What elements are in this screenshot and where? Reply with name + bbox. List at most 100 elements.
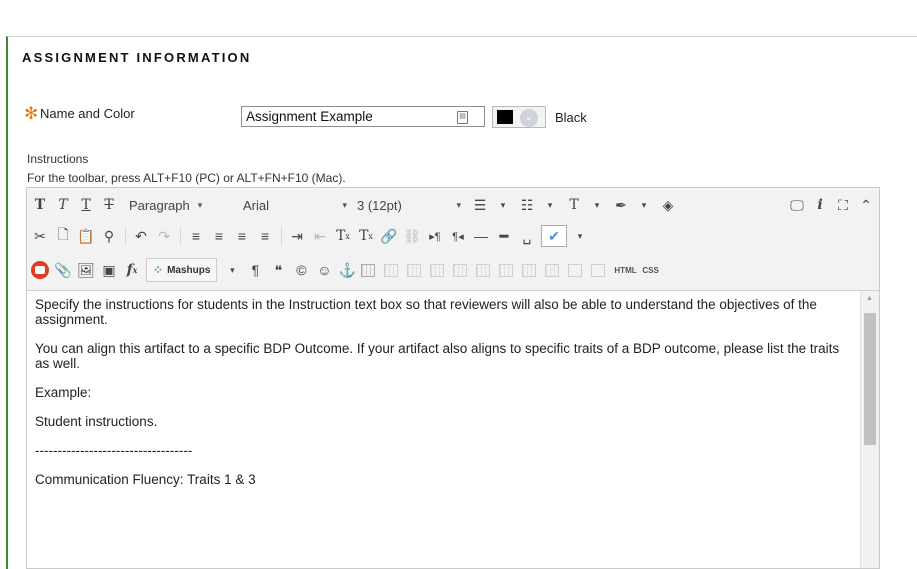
css-button[interactable]: CSS [642, 259, 660, 281]
dropdown-arrow-icon[interactable]: ▾ [588, 194, 606, 216]
dropdown-arrow-icon[interactable]: ▾ [494, 194, 512, 216]
superscript-button[interactable]: Tx [334, 225, 352, 247]
html-button[interactable]: HTML [614, 259, 636, 281]
insert-media-icon[interactable]: ▣ [100, 259, 118, 281]
cut-icon[interactable]: ✂ [31, 225, 49, 247]
undo-icon[interactable]: ↶ [132, 225, 150, 247]
delete-row-icon[interactable] [476, 263, 491, 277]
link-icon[interactable]: 🔗 [380, 225, 398, 247]
paragraph-format-value: Paragraph [129, 197, 190, 213]
superscript-letter: T [336, 228, 346, 244]
pilcrow-icon[interactable]: ¶ [246, 259, 264, 281]
rtl-icon[interactable]: ¶◂ [449, 225, 467, 247]
assignment-name-input[interactable] [244, 108, 453, 125]
unlink-icon[interactable]: ⛓ [403, 225, 421, 247]
blockquote-icon[interactable]: ❝ [269, 259, 287, 281]
paragraph: Specify the instructions for students in… [35, 297, 817, 327]
table-props-icon[interactable] [384, 263, 399, 277]
scroll-up-icon[interactable]: ▲ [866, 295, 873, 302]
name-color-label: Name and Color [40, 106, 135, 121]
text-color-button[interactable]: T [565, 194, 583, 216]
bold-button[interactable]: T [31, 194, 49, 216]
row-before-icon[interactable] [430, 263, 445, 277]
color-label: Black [555, 110, 587, 125]
emoticon-icon[interactable]: ☺ [315, 259, 333, 281]
subscript-button[interactable]: Tx [357, 225, 375, 247]
youtube-icon[interactable] [31, 259, 49, 281]
paragraph: Example: [35, 385, 92, 400]
highlight-pen-icon[interactable]: ✒ [612, 194, 630, 216]
find-icon[interactable]: ⚲ [100, 225, 118, 247]
editor-content[interactable]: Specify the instructions for students in… [27, 291, 861, 568]
italic-button[interactable]: T [54, 194, 72, 216]
font-size-select[interactable]: 3 (12pt) ▾ [357, 194, 461, 216]
mashups-label: Mashups [167, 264, 211, 276]
align-center-icon[interactable]: ≡ [210, 225, 228, 247]
insert-table-icon[interactable] [361, 263, 376, 277]
dropdown-arrow-icon[interactable]: ▾ [223, 259, 241, 281]
mashups-icon: ⁘ [153, 263, 164, 277]
cell-props-icon[interactable] [407, 263, 422, 277]
instructions-editor[interactable]: T T T T Paragraph ▾ Arial ▾ 3 (12pt) ▾ ☰ ▾ … [26, 187, 880, 569]
divider [281, 227, 282, 245]
horizontal-rule-icon[interactable]: — [472, 225, 490, 247]
underline-button[interactable]: T [77, 194, 95, 216]
mashups-menu[interactable]: ⁘ Mashups [146, 258, 218, 282]
paragraph-format-select[interactable]: Paragraph ▾ [129, 194, 233, 216]
dropdown-arrow-icon[interactable]: ▾ [571, 225, 589, 247]
indent-icon[interactable]: ⇥ [288, 225, 306, 247]
dropdown-arrow-icon[interactable]: ▾ [635, 194, 653, 216]
align-left-icon[interactable]: ≡ [187, 225, 205, 247]
spellcheck-icon[interactable]: ✔ [541, 225, 567, 247]
fullscreen-icon[interactable]: ⛶ [834, 194, 852, 216]
strikethrough-button[interactable]: T [100, 194, 118, 216]
split-cell-icon[interactable] [591, 263, 606, 277]
bullet-list-icon[interactable]: ☰ [471, 194, 489, 216]
attach-file-icon[interactable]: 📎 [54, 259, 72, 281]
insert-image-icon[interactable]: 🖼 [77, 259, 95, 281]
caret-icon: ▾ [342, 199, 347, 210]
info-icon[interactable]: i [811, 194, 829, 216]
col-before-icon[interactable] [499, 263, 514, 277]
superscript-mark: x [345, 231, 350, 241]
font-family-select[interactable]: Arial ▾ [243, 194, 347, 216]
color-swatch [497, 110, 513, 124]
red-play-shape [31, 261, 49, 279]
paragraph: Communication Fluency: Traits 1 & 3 [35, 472, 256, 487]
copyright-icon[interactable]: © [292, 259, 310, 281]
redo-icon[interactable]: ↷ [155, 225, 173, 247]
divider [125, 227, 126, 245]
ltr-icon[interactable]: ▸¶ [426, 225, 444, 247]
align-right-icon[interactable]: ≡ [233, 225, 251, 247]
align-justify-icon[interactable]: ≡ [256, 225, 274, 247]
collapse-toolbar-icon[interactable]: ⌃ [857, 194, 875, 216]
copy-icon[interactable]: 🗋 [54, 225, 72, 247]
nonbreaking-space-icon[interactable]: ␣ [518, 225, 536, 247]
contact-card-icon[interactable]: ▤ [457, 111, 468, 124]
thick-rule-icon[interactable]: ━ [495, 225, 513, 247]
editor-scrollbar[interactable]: ▲ [860, 291, 879, 568]
eraser-icon[interactable]: ◈ [659, 194, 677, 216]
paste-icon[interactable]: 📋 [77, 225, 95, 247]
font-size-value: 3 (12pt) [357, 197, 402, 213]
caret-icon: ▾ [456, 199, 461, 210]
outdent-icon[interactable]: ⇤ [311, 225, 329, 247]
math-equation-button[interactable]: fx [123, 259, 141, 281]
assignment-name-field[interactable]: ▤ [241, 106, 485, 127]
toolbar-row-3: 📎 🖼 ▣ fx ⁘ Mashups ▾ ¶ ❝ © ☺ ⚓ HTML CSS [31, 257, 875, 283]
anchor-icon[interactable]: ⚓ [338, 259, 356, 281]
chevron-down-icon[interactable]: ⌄ [520, 109, 538, 127]
merge-cells-icon[interactable] [568, 263, 583, 277]
numbered-list-icon[interactable]: ☷ [518, 194, 536, 216]
row-after-icon[interactable] [453, 263, 468, 277]
color-picker[interactable]: ⌄ [492, 106, 546, 128]
toolbar-hint: For the toolbar, press ALT+F10 (PC) or A… [27, 171, 346, 185]
col-after-icon[interactable] [522, 263, 537, 277]
subscript-mark: x [368, 231, 373, 241]
preview-icon[interactable]: 🖵 [788, 194, 806, 216]
dropdown-arrow-icon[interactable]: ▾ [541, 194, 559, 216]
font-family-value: Arial [243, 197, 270, 213]
instructions-label: Instructions [27, 152, 89, 166]
scrollbar-thumb[interactable] [864, 313, 876, 445]
delete-col-icon[interactable] [545, 263, 560, 277]
